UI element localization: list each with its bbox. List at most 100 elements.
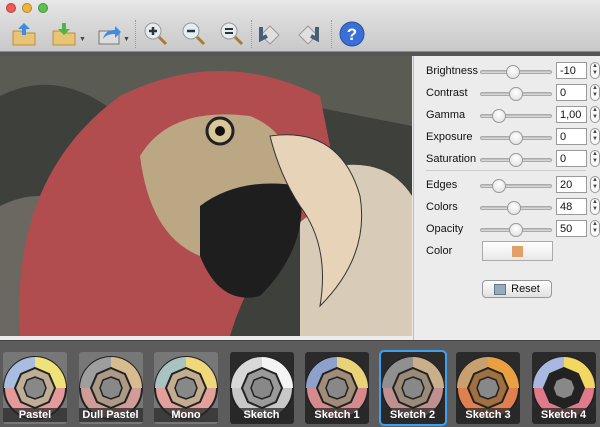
color-well[interactable]	[482, 241, 553, 261]
colors-input[interactable]: 48	[556, 198, 587, 215]
slider-row-saturation: Saturation 0 ▲ ▼	[426, 149, 600, 169]
exposure-slider[interactable]	[480, 131, 552, 145]
minimize-window-button[interactable]	[22, 3, 32, 13]
slider-knob[interactable]	[505, 65, 520, 79]
zoom-in-button[interactable]	[142, 20, 170, 48]
zoom-actual-icon	[220, 22, 244, 46]
opacity-input[interactable]: 50	[556, 220, 587, 237]
brightness-slider[interactable]	[480, 65, 552, 79]
opacity-slider[interactable]	[480, 223, 552, 237]
color-swatch	[512, 246, 523, 257]
slider-row-contrast: Contrast 0 ▲ ▼	[426, 83, 600, 103]
help-button[interactable]: ?	[338, 20, 366, 48]
slider-row-edges: Edges 20 ▲ ▼	[426, 175, 600, 195]
slider-knob[interactable]	[491, 179, 506, 193]
rotate-left-icon	[259, 25, 280, 45]
slider-row-brightness: Brightness -10 ▲ ▼	[426, 61, 600, 81]
slider-row-exposure: Exposure 0 ▲ ▼	[426, 127, 600, 147]
zoom-in-icon	[144, 22, 168, 46]
stepper[interactable]: ▲ ▼	[590, 220, 600, 237]
preset-label: Sketch 2	[380, 408, 445, 422]
image-canvas[interactable]	[0, 56, 412, 336]
preset-label: Dull Pastel	[78, 408, 143, 422]
slider-label: Colors	[426, 201, 458, 213]
open-button[interactable]	[10, 20, 38, 48]
help-icon: ?	[339, 21, 365, 47]
preset-sketch-3[interactable]: Sketch 3	[456, 352, 520, 424]
slider-label: Brightness	[426, 65, 478, 77]
preset-label: Sketch 4	[531, 408, 596, 422]
rotate-right-button[interactable]	[294, 20, 322, 48]
preset-mono[interactable]: Mono	[154, 352, 218, 424]
reset-label: Reset	[511, 283, 540, 295]
stepper[interactable]: ▲ ▼	[590, 150, 600, 167]
brightness-input[interactable]: -10	[556, 62, 587, 79]
preset-sketch-1[interactable]: Sketch 1	[305, 352, 369, 424]
slider-label: Saturation	[426, 153, 477, 165]
rotate-right-icon	[298, 25, 319, 45]
slider-knob[interactable]	[509, 131, 523, 145]
preset-sketch-4[interactable]: Sketch 4	[531, 352, 596, 424]
stepper[interactable]: ▲ ▼	[590, 84, 600, 101]
slider-knob[interactable]	[509, 87, 523, 101]
slider-label: Contrast	[426, 87, 468, 99]
slider-knob[interactable]	[506, 201, 521, 215]
contrast-input[interactable]: 0	[556, 84, 587, 101]
slider-label: Opacity	[426, 223, 464, 235]
close-window-button[interactable]	[6, 3, 16, 13]
contrast-slider[interactable]	[480, 87, 552, 101]
preset-sketch-2[interactable]: Sketch 2	[378, 350, 447, 426]
stepper[interactable]: ▲ ▼	[590, 198, 600, 215]
preset-pastel[interactable]: Pastel	[3, 352, 67, 424]
share-arrow-icon	[98, 26, 121, 45]
chevron-down-icon[interactable]: ▼	[123, 36, 130, 43]
toolbar-divider	[251, 20, 252, 48]
zoom-window-button[interactable]	[38, 3, 48, 13]
color-label: Color	[426, 245, 453, 257]
edges-input[interactable]: 20	[556, 176, 587, 193]
slider-row-colors: Colors 48 ▲ ▼	[426, 197, 600, 217]
gamma-slider[interactable]	[480, 109, 552, 123]
edges-slider[interactable]	[480, 179, 552, 193]
colors-slider[interactable]	[480, 201, 552, 215]
save-button[interactable]	[50, 20, 78, 48]
rotate-left-button[interactable]	[256, 20, 284, 48]
preset-strip: Pastel Dull Pastel Mono Sketch B&W Sketch 1 S…	[0, 340, 600, 427]
zoom-out-button[interactable]	[180, 20, 208, 48]
preset-label: Sketch 1	[305, 408, 369, 422]
preset-dull-pastel[interactable]: Dull Pastel	[78, 352, 143, 424]
stepper[interactable]: ▲ ▼	[590, 106, 600, 123]
color-row: Color	[426, 241, 600, 261]
stepper[interactable]: ▲ ▼	[590, 62, 600, 79]
slider-label: Gamma	[426, 109, 466, 121]
chevron-down-icon[interactable]: ▼	[79, 36, 86, 43]
exposure-input[interactable]: 0	[556, 128, 587, 145]
preset-sketch-b-w[interactable]: Sketch B&W	[229, 352, 294, 424]
parrot-image	[0, 56, 412, 336]
folder-upload-icon	[12, 23, 36, 46]
preset-label: Sketch B&W	[229, 408, 294, 424]
reset-button[interactable]: Reset	[482, 280, 552, 298]
preset-label: Pastel	[3, 408, 67, 422]
toolbar-divider	[135, 20, 136, 48]
slider-knob[interactable]	[509, 223, 523, 237]
preset-label: Sketch 3	[456, 408, 520, 422]
toolbar-divider	[331, 20, 332, 48]
saturation-input[interactable]: 0	[556, 150, 587, 167]
reset-icon	[494, 283, 507, 295]
slider-row-gamma: Gamma 1,00 ▲ ▼	[426, 105, 600, 125]
divider	[426, 170, 586, 171]
share-button[interactable]	[96, 20, 124, 48]
folder-download-icon	[52, 23, 76, 46]
zoom-fit-button[interactable]	[218, 20, 246, 48]
stepper[interactable]: ▲ ▼	[590, 176, 600, 193]
title-bar	[0, 0, 600, 16]
adjustments-panel: Brightness -10 ▲ ▼ Contrast 0 ▲ ▼ Gamma 1,00…	[413, 56, 600, 340]
svg-text:?: ?	[347, 25, 357, 44]
slider-knob[interactable]	[509, 153, 523, 167]
slider-label: Exposure	[426, 131, 473, 143]
slider-knob[interactable]	[491, 109, 506, 123]
stepper[interactable]: ▲ ▼	[590, 128, 600, 145]
saturation-slider[interactable]	[480, 153, 552, 167]
gamma-input[interactable]: 1,00	[556, 106, 587, 123]
